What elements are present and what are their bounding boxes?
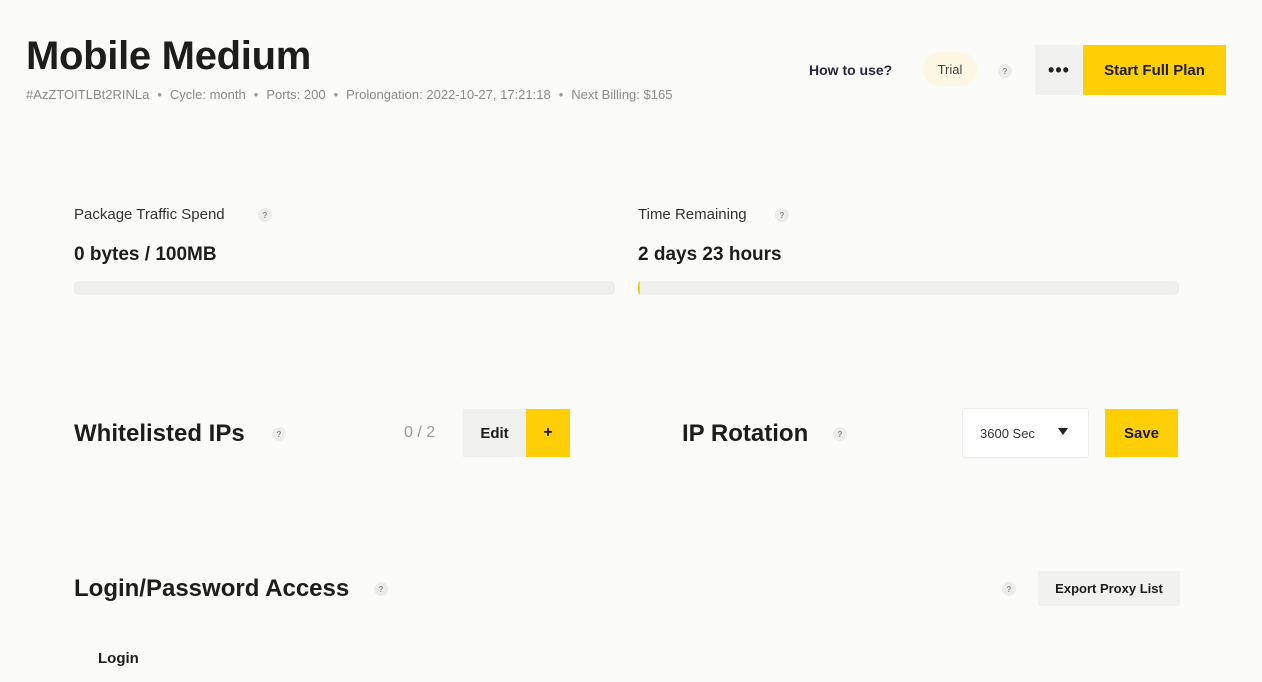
access-title: Login/Password Access [74, 575, 350, 602]
traffic-progress-bar [74, 281, 615, 295]
time-remaining-value: 2 days 23 hours [638, 244, 782, 265]
plan-next-billing: Next Billing: $165 [571, 87, 673, 102]
whitelist-count: 0 / 2 [404, 424, 436, 441]
rotation-save-button[interactable]: Save [1105, 409, 1178, 457]
plan-prolongation: Prolongation: 2022-10-27, 17:21:18 [346, 87, 551, 102]
rotation-interval-value: 3600 Sec [980, 425, 1035, 441]
export-help-icon[interactable]: ? [1002, 582, 1016, 596]
dropdown-caret-icon [1058, 428, 1068, 435]
whitelist-edit-button[interactable]: Edit [463, 409, 526, 457]
plan-id: #AzZTOITLBt2RINLa [26, 87, 150, 102]
meta-separator: • [558, 87, 564, 102]
meta-separator: • [253, 87, 259, 102]
trial-badge: Trial [923, 52, 977, 86]
page-title: Mobile Medium [26, 34, 311, 78]
export-proxy-list-button[interactable]: Export Proxy List [1038, 571, 1180, 606]
traffic-label: Package Traffic Spend [74, 206, 225, 223]
time-remaining-label: Time Remaining [638, 206, 747, 223]
login-column-header: Login [98, 650, 139, 667]
how-to-use-link[interactable]: How to use? [809, 62, 892, 78]
time-progress-bar [638, 281, 1179, 295]
more-options-button[interactable]: ••• [1035, 45, 1083, 95]
start-full-plan-button[interactable]: Start Full Plan [1083, 45, 1226, 95]
plan-cycle: Cycle: month [169, 87, 246, 102]
whitelist-help-icon[interactable]: ? [272, 427, 286, 441]
time-progress-fill [638, 281, 640, 295]
traffic-value: 0 bytes / 100MB [74, 244, 217, 265]
traffic-help-icon[interactable]: ? [258, 208, 272, 222]
access-help-icon[interactable]: ? [374, 582, 388, 596]
whitelist-add-button[interactable]: + [526, 409, 570, 457]
meta-separator: • [157, 87, 162, 102]
plan-meta: #AzZTOITLBt2RINLa • Cycle: month • Ports… [26, 87, 672, 102]
trial-help-icon[interactable]: ? [998, 64, 1012, 78]
ip-rotation-help-icon[interactable]: ? [833, 427, 847, 441]
whitelist-title: Whitelisted IPs [74, 420, 245, 447]
rotation-interval-select[interactable]: 3600 Sec [962, 408, 1089, 458]
time-help-icon[interactable]: ? [775, 208, 789, 222]
meta-separator: • [333, 87, 339, 102]
ip-rotation-title: IP Rotation [682, 420, 809, 447]
plan-ports: Ports: 200 [266, 87, 326, 102]
